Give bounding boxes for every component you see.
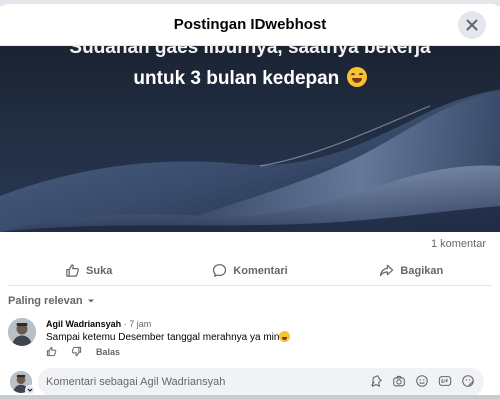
grinning-squinting-face-icon: [279, 331, 291, 342]
comment-sort-dropdown[interactable]: Paling relevan: [0, 290, 500, 312]
comment-input-box[interactable]: [38, 368, 484, 395]
comment-meta: Agil Wadriansyah · 7 jam: [46, 319, 151, 329]
comment-sort-label: Paling relevan: [8, 295, 83, 307]
comment-time[interactable]: 7 jam: [129, 319, 151, 329]
comment-like-icon[interactable]: [46, 346, 57, 357]
post-dialog: Postingan IDwebhost Sudahan gaes liburny…: [0, 4, 500, 395]
close-icon: [466, 19, 478, 31]
share-button[interactable]: Bagikan: [331, 256, 492, 285]
reaction-summary: 1 komentar: [0, 232, 500, 256]
comment-count[interactable]: 1 komentar: [431, 238, 486, 250]
comment-text: Sampai ketemu Desember tanggal merahnya …: [46, 331, 291, 343]
post-actions-bar: Suka Komentari Bagikan: [8, 256, 492, 286]
camera-button[interactable]: [391, 373, 407, 389]
comment-author[interactable]: Agil Wadriansyah: [46, 319, 121, 329]
comment-body: Sampai ketemu Desember tanggal merahnya …: [46, 332, 280, 343]
caret-down-icon: [87, 299, 94, 303]
dialog-header: Postingan IDwebhost: [0, 4, 500, 46]
gif-icon: [438, 376, 452, 386]
grinning-squinting-face-icon: [346, 67, 367, 87]
dialog-title: Postingan IDwebhost: [173, 16, 327, 33]
reply-button[interactable]: Balas: [96, 347, 120, 357]
post-image[interactable]: Sudahan gaes liburnya, saatnya bekerja u…: [0, 46, 500, 232]
comment-button[interactable]: Komentari: [169, 256, 330, 285]
speech-bubble-icon: [213, 264, 227, 277]
comment-item: Agil Wadriansyah · 7 jam Sampai ketemu D…: [0, 316, 500, 362]
camera-icon: [393, 375, 405, 387]
emoji-button[interactable]: [414, 373, 430, 389]
close-button[interactable]: [458, 11, 486, 39]
post-text-line-1: Sudahan gaes liburnya, saatnya bekerja: [69, 46, 431, 58]
comment-input[interactable]: [46, 376, 356, 388]
post-text-line-2-text: untuk 3 bulan kedepan: [133, 68, 340, 89]
share-label: Bagikan: [400, 264, 444, 277]
post-text-line-2: untuk 3 bulan kedepan: [0, 67, 500, 90]
comment-composer: [0, 365, 500, 395]
sticker-icon: [462, 375, 474, 387]
avatar[interactable]: [8, 318, 36, 346]
comment-label: Komentari: [233, 264, 288, 277]
thumbs-up-icon: [66, 264, 79, 277]
page: Postingan IDwebhost Sudahan gaes liburny…: [0, 0, 500, 399]
background-feed-bottom: [0, 395, 500, 399]
gif-button[interactable]: [437, 373, 453, 389]
avatar-sticker-button[interactable]: [368, 373, 384, 389]
user-photo: [8, 318, 36, 346]
chevron-glyph: [27, 388, 33, 392]
like-label: Suka: [86, 264, 113, 277]
sticker-button[interactable]: [460, 373, 476, 389]
share-arrow-icon: [380, 264, 394, 277]
comment-actions: Balas: [46, 346, 120, 357]
chevron-down-icon[interactable]: [25, 385, 35, 395]
comment-dislike-icon[interactable]: [71, 346, 82, 357]
composer-tools: [368, 373, 476, 389]
like-button[interactable]: Suka: [8, 256, 169, 285]
avatar-sticker-icon: [371, 375, 382, 387]
smiley-icon: [416, 375, 428, 387]
comment-separator: ·: [123, 319, 127, 329]
